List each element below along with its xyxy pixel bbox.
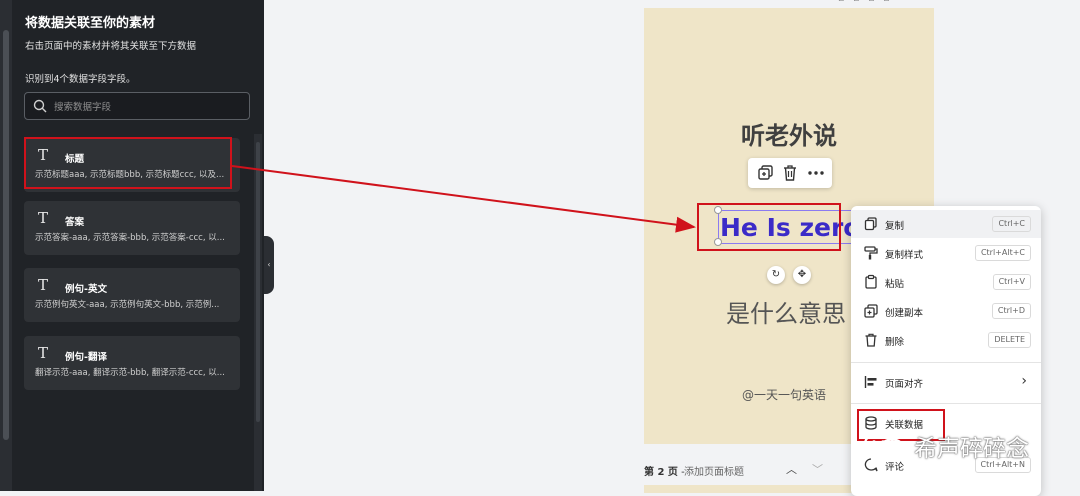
paint-roller-icon bbox=[863, 245, 879, 261]
menu-item-copy-style[interactable]: 复制样式 Ctrl+Alt+C bbox=[851, 239, 1041, 267]
move-icon[interactable]: ✥ bbox=[793, 266, 811, 284]
menu-item-page-align[interactable]: 页面对齐 › bbox=[851, 368, 1041, 396]
canvas-heading[interactable]: 听老外说 bbox=[644, 116, 934, 151]
clipboard-icon bbox=[863, 274, 879, 290]
copy-icon bbox=[863, 216, 879, 232]
text-type-icon: T bbox=[38, 276, 49, 294]
text-type-icon: T bbox=[38, 344, 49, 362]
menu-item-duplicate[interactable]: 创建副本 Ctrl+D bbox=[851, 297, 1041, 325]
field-examples: 翻译示范-aaa, 翻译示范-bbb, 翻译示范-ccc, 以... bbox=[35, 368, 225, 378]
canvas-subheading[interactable]: 是什么意思 bbox=[726, 294, 846, 329]
duplicate-icon[interactable] bbox=[756, 163, 776, 183]
annotation-box-text-element bbox=[697, 203, 841, 251]
data-field-example-translation[interactable]: T 例句-翻译 翻译示范-aaa, 翻译示范-bbb, 翻译示范-ccc, 以.… bbox=[24, 336, 240, 390]
search-input[interactable] bbox=[52, 97, 246, 117]
data-link-panel: 将数据关联至你的素材 右击页面中的素材并将其关联至下方数据 识别到4个数据字段字… bbox=[12, 0, 264, 491]
collapse-panel-button[interactable]: ‹ bbox=[264, 236, 274, 294]
page-number-label: 第 2 页 - bbox=[644, 467, 685, 478]
watermark-text: 希声碎碎念 bbox=[914, 436, 1029, 462]
shortcut-badge: Ctrl+V bbox=[992, 274, 1031, 290]
panel-subtitle: 右击页面中的素材并将其关联至下方数据 bbox=[25, 41, 197, 52]
panel-title: 将数据关联至你的素材 bbox=[25, 16, 156, 31]
data-field-example-english[interactable]: T 例句-英文 示范例句英文-aaa, 示范例句英文-bbb, 示范例... bbox=[24, 268, 240, 322]
shortcut-badge: Ctrl+Alt+C bbox=[974, 245, 1031, 261]
search-box[interactable] bbox=[24, 92, 250, 120]
menu-item-paste[interactable]: 粘贴 Ctrl+V bbox=[851, 268, 1041, 296]
trash-icon[interactable] bbox=[780, 163, 800, 183]
menu-divider bbox=[851, 403, 1041, 404]
chevron-left-icon: ‹ bbox=[267, 260, 271, 269]
top-toolbar-icons: ▫▫▫▫ bbox=[838, 0, 938, 4]
field-list-scrollbar-thumb[interactable] bbox=[256, 142, 260, 422]
search-icon bbox=[33, 99, 47, 113]
shortcut-badge: DELETE bbox=[988, 332, 1031, 348]
chevron-up-icon[interactable]: ︿ bbox=[786, 461, 797, 477]
field-list-scrollbar[interactable] bbox=[254, 134, 262, 491]
chevron-down-icon[interactable]: ﹀ bbox=[812, 461, 823, 477]
annotation-box-field bbox=[24, 137, 232, 189]
menu-divider bbox=[851, 362, 1041, 363]
page-bar: 第 2 页 - 添加页面标题 ︿ ﹀ bbox=[644, 459, 854, 481]
duplicate-icon bbox=[863, 303, 879, 319]
field-examples: 示范答案-aaa, 示范答案-bbb, 示范答案-ccc, 以... bbox=[35, 233, 225, 243]
align-icon bbox=[863, 374, 879, 390]
fields-found-text: 识别到4个数据字段字段。 bbox=[25, 74, 136, 85]
more-options-icon[interactable] bbox=[806, 163, 826, 183]
menu-item-delete[interactable]: 删除 DELETE bbox=[851, 326, 1041, 354]
outer-scrollbar-thumb[interactable] bbox=[3, 30, 9, 440]
wechat-logo-icon bbox=[862, 429, 908, 467]
field-name: 例句-翻译 bbox=[65, 352, 107, 363]
trash-icon bbox=[863, 332, 879, 348]
chevron-right-icon: › bbox=[1021, 373, 1027, 389]
field-name: 例句-英文 bbox=[65, 284, 107, 295]
element-toolbar bbox=[748, 158, 832, 188]
add-page-title-link[interactable]: 添加页面标题 bbox=[684, 463, 744, 478]
field-examples: 示范例句英文-aaa, 示范例句英文-bbb, 示范例... bbox=[35, 300, 220, 310]
field-name: 答案 bbox=[65, 217, 85, 228]
canvas-footer-text[interactable]: @一天一句英语 bbox=[742, 386, 826, 403]
shortcut-badge: Ctrl+D bbox=[991, 303, 1031, 319]
data-field-answer[interactable]: T 答案 示范答案-aaa, 示范答案-bbb, 示范答案-ccc, 以... bbox=[24, 201, 240, 255]
menu-item-copy[interactable]: 复制 Ctrl+C bbox=[851, 210, 1041, 238]
outer-scrollbar[interactable] bbox=[0, 0, 12, 491]
rotate-icon[interactable]: ↻ bbox=[767, 266, 785, 284]
text-type-icon: T bbox=[38, 209, 49, 227]
shortcut-badge: Ctrl+C bbox=[992, 216, 1031, 232]
